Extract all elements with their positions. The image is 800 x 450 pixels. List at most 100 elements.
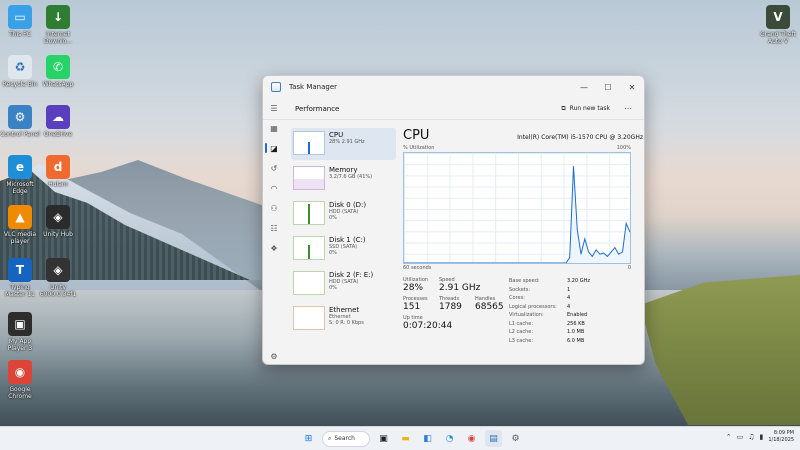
store-icon[interactable]: ◧	[419, 430, 436, 447]
clock[interactable]: 8:09 PM 1/18/2025	[768, 430, 794, 444]
resource-detail: 28% 2.91 GHz	[329, 139, 365, 145]
cpu-detail-key: Base speed:	[509, 278, 540, 284]
chevron-up-icon[interactable]: ⌃	[726, 433, 732, 441]
battery-icon[interactable]: ▮	[760, 433, 764, 441]
desktop-shortcut[interactable]: ⚙ Control Panel	[0, 105, 40, 138]
processes-value: 151	[403, 302, 421, 312]
control-panel-icon: ⚙	[8, 105, 32, 129]
recycle-bin-icon: ♻	[8, 55, 32, 79]
cpu-detail-row: Sockets: 1	[509, 286, 590, 295]
desktop-shortcut[interactable]: e Microsoft Edge	[0, 155, 40, 195]
performance-icon[interactable]: ◪	[263, 138, 285, 158]
cpu-detail-key: L2 cache:	[509, 329, 534, 335]
desktop-shortcut[interactable]: ▣ My App Player 3	[0, 312, 40, 352]
cpu-detail-row: Virtualization: Enabled	[509, 311, 590, 320]
resource-detail: 0%	[329, 285, 337, 291]
cpu-detail-row: Base speed: 3.20 GHz	[509, 277, 590, 286]
idm-icon: ↓	[46, 5, 70, 29]
resource-name: Memory	[329, 166, 358, 174]
minimize-button[interactable]: —	[572, 76, 596, 98]
run-task-icon: ⧉	[561, 104, 566, 112]
cpu-heading: CPU	[403, 128, 430, 143]
file-explorer-icon[interactable]: ▬	[397, 430, 414, 447]
users-icon[interactable]: ⚇	[263, 198, 285, 218]
desktop-shortcut[interactable]: ▲ VLC media player	[0, 205, 40, 245]
cpu-detail-row: Cores: 4	[509, 294, 590, 303]
services-icon[interactable]: ❖	[263, 238, 285, 258]
task-manager-taskbar-icon[interactable]: ▤	[485, 430, 502, 447]
resource-detail: 0%	[329, 250, 337, 256]
details-icon[interactable]: ☷	[263, 218, 285, 238]
clock-date: 1/18/2025	[768, 437, 794, 443]
close-button[interactable]: ✕	[620, 76, 644, 98]
desktop-shortcut[interactable]: d Hulam	[38, 155, 78, 188]
taskbar: ⊞ ⌕ Search ▣ ▬ ◧ ◔ ◉ ▤ ⚙ ⌃ ▭ ♫ ▮ 8:09 PM…	[0, 426, 800, 450]
resource-name: Disk 0 (D:)	[329, 201, 367, 209]
resource-ethernet[interactable]: Ethernet Ethernet S: 0 R: 0 Kbps	[291, 303, 396, 335]
cpu-usage-area	[404, 166, 630, 263]
desktop-shortcut[interactable]: ◈ Unity Hub	[38, 205, 78, 238]
more-options-button[interactable]: ⋯	[624, 104, 638, 113]
disk-thumbnail	[293, 201, 325, 225]
cpu-stats: Utilization 28% Speed 2.91 GHz Processes 15…	[403, 277, 643, 345]
settings-icon[interactable]: ⚙	[263, 346, 285, 364]
x-axis-label: 60 seconds	[403, 265, 432, 271]
run-new-task-label: Run new task	[569, 105, 610, 112]
desktop-shortcut-label: Control Panel	[0, 131, 40, 138]
network-icon[interactable]: ▭	[737, 433, 744, 441]
task-view-icon[interactable]: ▣	[375, 430, 392, 447]
desktop-shortcut-label: Grand Theft Auto V	[760, 31, 796, 45]
desktop-shortcut[interactable]: ◉ Google Chrome	[0, 360, 40, 400]
desktop-shortcut[interactable]: ◈ Unity 6000.0.34f1	[38, 258, 78, 298]
desktop-shortcut[interactable]: ♻ Recycle Bin	[0, 55, 40, 88]
y-axis-min: 0	[627, 265, 631, 271]
resource-detail: S: 0 R: 0 Kbps	[329, 320, 364, 326]
desktop-shortcut[interactable]: ✆ WhatsApp	[38, 55, 78, 88]
desktop-shortcut[interactable]: T Typing Master 11	[0, 258, 40, 298]
maximize-button[interactable]: ☐	[596, 76, 620, 98]
search-box[interactable]: ⌕ Search	[322, 430, 370, 447]
unity-hub-icon: ◈	[46, 205, 70, 229]
processes-icon[interactable]: ▦	[263, 118, 285, 138]
window-controls: — ☐ ✕	[572, 76, 644, 98]
desktop-shortcut[interactable]: ☁ OneDrive	[38, 105, 78, 138]
resource-memory[interactable]: Memory 3.2/7.6 GB (41%)	[291, 163, 396, 195]
resource-disk-0[interactable]: Disk 0 (D:) HDD (SATA) 0%	[291, 198, 396, 230]
desktop-shortcut-label: Google Chrome	[8, 386, 32, 400]
cpu-graph-svg	[404, 166, 631, 264]
resource-cpu[interactable]: CPU 28% 2.91 GHz	[291, 128, 396, 160]
resource-name: CPU	[329, 131, 344, 139]
desktop-shortcut-label: Hulam	[48, 181, 68, 188]
cpu-detail-row: L3 cache: 6.0 MB	[509, 337, 590, 346]
start-button-icon[interactable]: ⊞	[300, 430, 317, 447]
resource-list: CPU 28% 2.91 GHz Memory 3.2/7.6 GB (41%)…	[291, 128, 396, 364]
desktop-shortcut[interactable]: V Grand Theft Auto V	[758, 5, 798, 45]
volume-icon[interactable]: ♫	[748, 433, 754, 441]
disk-thumbnail	[293, 271, 325, 295]
clock-time: 8:09 PM	[773, 430, 794, 436]
desktop-shortcut[interactable]: ▭ This PC	[0, 5, 40, 38]
cpu-detail-value: 6.0 MB	[567, 337, 585, 344]
cpu-detail-row: Logical processors: 4	[509, 303, 590, 312]
hamburger-menu-icon[interactable]: ☰	[263, 98, 285, 118]
cpu-detail-value: 1	[567, 286, 571, 293]
taskbar-apps: ⊞ ⌕ Search ▣ ▬ ◧ ◔ ◉ ▤ ⚙	[300, 430, 524, 447]
title-bar[interactable]: Task Manager — ☐ ✕	[263, 76, 644, 98]
desktop-shortcut[interactable]: ↓ Internet Downlo...	[38, 5, 78, 45]
resource-disk-2[interactable]: Disk 2 (F: E:) HDD (SATA) 0%	[291, 268, 396, 300]
app-history-icon[interactable]: ↺	[263, 158, 285, 178]
edge-taskbar-icon[interactable]: ◔	[441, 430, 458, 447]
whatsapp-icon: ✆	[46, 55, 70, 79]
gta-v-icon: V	[766, 5, 790, 29]
resource-disk-1[interactable]: Disk 1 (C:) SSD (SATA) 0%	[291, 233, 396, 265]
edge-icon: e	[8, 155, 32, 179]
chrome-taskbar-icon[interactable]: ◉	[463, 430, 480, 447]
settings-taskbar-icon[interactable]: ⚙	[507, 430, 524, 447]
typing-master-icon: T	[8, 258, 32, 282]
speed-value: 2.91 GHz	[439, 283, 481, 293]
task-manager-window[interactable]: Task Manager — ☐ ✕ Performance ⧉ Run new…	[262, 75, 645, 365]
cpu-detail-value: 4	[567, 295, 571, 301]
startup-apps-icon[interactable]: ◠	[263, 178, 285, 198]
run-new-task-button[interactable]: ⧉ Run new task	[561, 105, 610, 113]
onedrive-icon: ☁	[46, 105, 70, 129]
